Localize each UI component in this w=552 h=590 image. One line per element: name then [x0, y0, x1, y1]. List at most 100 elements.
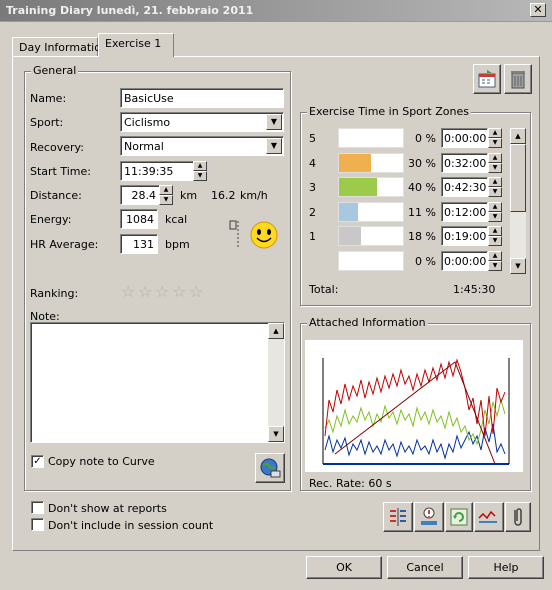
calendar-button[interactable]: [473, 64, 501, 94]
zones-legend: Exercise Time in Sport Zones: [307, 105, 471, 118]
zone-time-input[interactable]: 0:12:00: [441, 201, 488, 222]
zone-bar: [338, 177, 404, 197]
recovery-dropdown-arrow-icon[interactable]: ▼: [266, 138, 282, 154]
zone-number: 2: [309, 205, 316, 219]
dont-show-reports-label: Don't show at reports: [48, 502, 167, 515]
zone-time-spinner[interactable]: ▲ ▼: [488, 152, 502, 173]
zone-time-input[interactable]: 0:19:00: [441, 226, 488, 246]
general-legend: General: [31, 64, 79, 77]
zone-time-spinner[interactable]: ▲ ▼: [488, 128, 502, 148]
zone-time-input[interactable]: 0:00:00: [441, 250, 488, 271]
start-time-spinner[interactable]: ▲ ▼: [193, 161, 207, 181]
zone-number: 1: [309, 230, 316, 243]
distance-unit: km: [180, 189, 198, 202]
curve-preview-graph: [322, 358, 510, 465]
start-time-input[interactable]: 11:39:35: [120, 161, 194, 181]
note-scroll-up-icon[interactable]: ▲: [268, 323, 284, 339]
zone-bar: [338, 152, 404, 173]
info-button[interactable]: [414, 502, 444, 532]
ok-button[interactable]: OK: [306, 556, 382, 579]
split-arrows-icon: [390, 508, 406, 526]
note-textarea[interactable]: ▲ ▼: [30, 322, 285, 443]
rec-rate-label: Rec. Rate: 60 s: [309, 477, 392, 490]
sport-select[interactable]: Ciclismo ▼: [120, 112, 284, 132]
chart-line-icon: [478, 510, 497, 523]
ranking-star-icon[interactable]: ☆: [155, 284, 169, 300]
window-title: Training Diary lunedì, 21. febbraio 2011: [6, 4, 254, 17]
globe-link-button[interactable]: [255, 453, 285, 483]
zone-time-spinner[interactable]: ▲ ▼: [488, 177, 502, 197]
zone-time-input[interactable]: 0:32:00: [441, 152, 488, 173]
zones-scrollbar[interactable]: ▲ ▼: [510, 128, 526, 274]
energy-input[interactable]: 1084: [120, 209, 158, 229]
delete-button[interactable]: [504, 64, 532, 94]
help-button[interactable]: Help: [468, 556, 544, 579]
zones-scroll-thumb[interactable]: [510, 144, 526, 212]
info-pin-icon: [421, 507, 437, 525]
hr-average-label: HR Average:: [30, 238, 99, 251]
zones-scroll-down-icon[interactable]: ▼: [510, 258, 526, 274]
zone-percent: 11 %: [408, 205, 436, 219]
zone-time-input[interactable]: 0:00:00: [441, 128, 488, 148]
close-button[interactable]: ✕: [530, 3, 546, 17]
zone-time-spinner[interactable]: ▲ ▼: [488, 250, 502, 271]
zone-percent: 40 %: [408, 181, 436, 194]
name-input[interactable]: BasicUse: [120, 88, 284, 108]
zone-time-input[interactable]: 0:42:30: [441, 177, 488, 197]
tab-day-information[interactable]: Day Information: [12, 37, 108, 57]
zone-bar: [338, 201, 404, 222]
distance-spinner[interactable]: ▲ ▼: [159, 185, 173, 205]
distance-label: Distance:: [30, 189, 82, 202]
zones-scroll-up-icon[interactable]: ▲: [510, 128, 526, 144]
paperclip-icon: [514, 508, 522, 526]
note-scroll-down-icon[interactable]: ▼: [268, 426, 284, 442]
dont-show-reports-checkbox[interactable]: [31, 501, 44, 514]
smiley-icon: [249, 220, 279, 253]
zone-bar: [338, 250, 404, 271]
split-button[interactable]: [383, 502, 413, 532]
sport-label: Sport:: [30, 116, 64, 129]
zone-percent: 18 %: [408, 230, 436, 243]
copy-note-checkbox[interactable]: ✓: [31, 455, 44, 468]
hr-average-input[interactable]: 131: [120, 234, 158, 254]
zone-time-spinner[interactable]: ▲ ▼: [488, 226, 502, 246]
zone-time-spinner[interactable]: ▲ ▼: [488, 201, 502, 222]
zone-number: 4: [309, 156, 316, 170]
zone-percent: 0 %: [415, 254, 436, 268]
attached-legend: Attached Information: [307, 316, 428, 329]
ranking-star-icon[interactable]: ☆: [121, 284, 135, 300]
energy-unit: kcal: [165, 213, 188, 226]
zone-bar: [338, 128, 404, 148]
zone-bar: [338, 226, 404, 246]
energy-label: Energy:: [30, 213, 72, 226]
zone-bar-fill: [339, 178, 378, 196]
calendar-icon: [478, 70, 496, 88]
distance-input[interactable]: 28.4: [120, 185, 160, 205]
zones-total-label: Total:: [309, 283, 339, 296]
attachment-button[interactable]: [505, 502, 531, 532]
zone-bar-fill: [339, 153, 371, 172]
note-scrollbar[interactable]: ▲ ▼: [268, 323, 284, 442]
refresh-button[interactable]: [445, 502, 473, 532]
hr-unit: bpm: [165, 238, 190, 251]
curve-preview[interactable]: [305, 340, 523, 472]
zone-percent: 0 %: [415, 132, 436, 145]
chart-menu-button[interactable]: [474, 502, 504, 532]
zone-bar-fill: [339, 202, 359, 221]
recovery-select[interactable]: Normal ▼: [120, 136, 284, 156]
ranking-star-icon[interactable]: ☆: [189, 284, 203, 300]
sport-value: Ciclismo: [124, 116, 171, 129]
mood-slider[interactable]: [228, 219, 242, 251]
tab-exercise-1[interactable]: Exercise 1: [98, 33, 174, 57]
note-text: [31, 323, 284, 329]
speed-unit: km/h: [240, 189, 268, 202]
ranking-star-icon[interactable]: ☆: [138, 284, 152, 300]
copy-note-label: Copy note to Curve: [48, 455, 155, 468]
zones-total-value: 1:45:30: [453, 283, 496, 296]
dont-include-count-checkbox[interactable]: [31, 518, 44, 531]
ranking-star-icon[interactable]: ☆: [172, 284, 186, 300]
cancel-button[interactable]: Cancel: [387, 556, 463, 579]
ranking-label: Ranking:: [30, 287, 79, 300]
globe-icon: [260, 458, 281, 478]
sport-dropdown-arrow-icon[interactable]: ▼: [266, 114, 282, 130]
